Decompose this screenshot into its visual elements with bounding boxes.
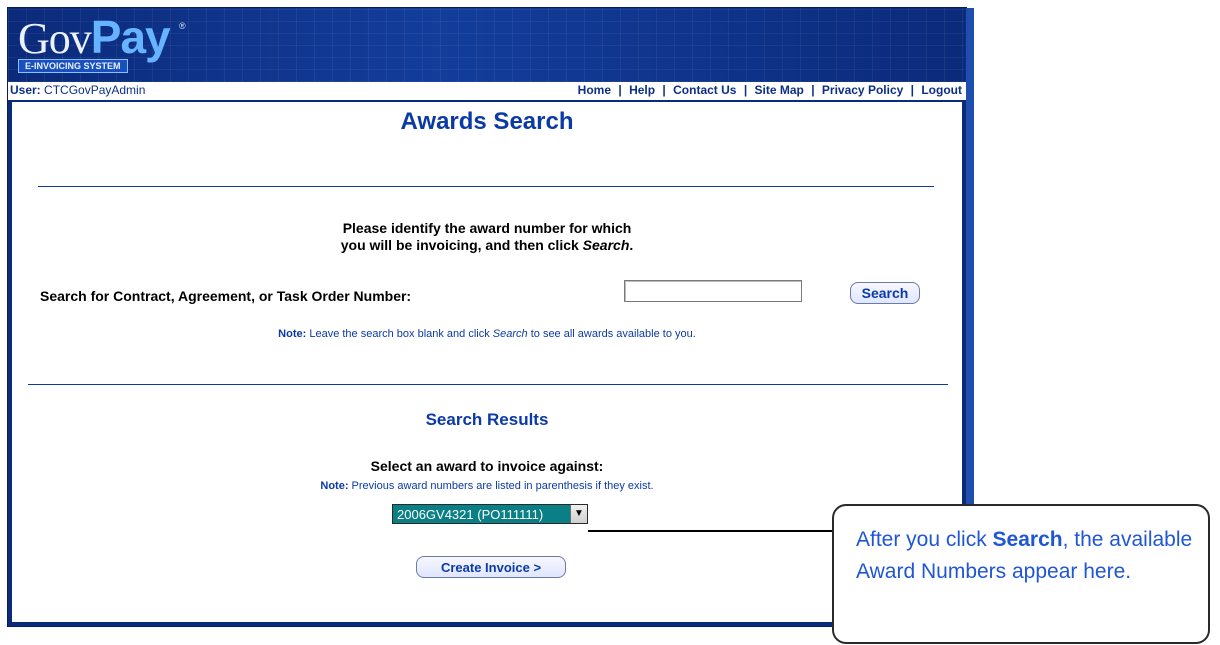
divider (38, 186, 934, 187)
nav-privacy-policy-link[interactable]: Privacy Policy (822, 83, 903, 97)
results-note-text: Previous award numbers are listed in par… (348, 480, 654, 492)
note-search-word: Search (492, 328, 528, 340)
callout-text: After you click Search, the available Aw… (856, 524, 1196, 588)
nav-separator: | (662, 83, 666, 97)
annotation-callout: After you click Search, the available Aw… (832, 504, 1210, 644)
govpay-logo: GovPay ® E-INVOICING SYSTEM (18, 14, 198, 74)
instructions-line-1: Please identify the award number for whi… (342, 220, 632, 236)
top-nav: Home | Help | Contact Us | Site Map | Pr… (578, 83, 962, 97)
nav-separator: | (811, 83, 815, 97)
content-area: Awards Search Please identify the award … (12, 102, 962, 622)
instructions-search-word: Search (582, 237, 630, 253)
nav-home-link[interactable]: Home (578, 83, 611, 97)
award-select-value: 2006GV4321 (PO111111) (397, 507, 544, 522)
logo-gov: Gov (18, 14, 92, 63)
page-title: Awards Search (400, 108, 574, 135)
search-instructions: Please identify the award number for whi… (12, 220, 962, 254)
search-results-title: Search Results (425, 410, 549, 429)
nav-site-map-link[interactable]: Site Map (755, 83, 804, 97)
callout-text-bold: Search (992, 528, 1063, 551)
note-label: Note: (278, 328, 307, 340)
callout-connector-line (588, 530, 834, 532)
search-button[interactable]: Search (850, 282, 920, 304)
logo-pay: Pay (90, 11, 171, 63)
award-select-dropdown[interactable]: 2006GV4321 (PO111111) ▼ (392, 504, 588, 524)
instructions-line-2-pre: you will be invoicing, and then click (340, 237, 583, 253)
user-prefix: User: (10, 83, 41, 97)
instructions-line-2: you will be invoicing, and then click Se… (12, 237, 962, 254)
app-header: GovPay ® E-INVOICING SYSTEM (8, 8, 966, 82)
nav-separator: | (618, 83, 622, 97)
nav-strip: User: CTCGovPayAdmin Home | Help | Conta… (8, 82, 966, 102)
instructions-line-2-post: . (629, 237, 634, 253)
chevron-down-icon[interactable]: ▼ (570, 505, 587, 523)
nav-contact-us-link[interactable]: Contact Us (673, 83, 736, 97)
search-note: Note: Leave the search box blank and cli… (12, 328, 962, 340)
logo-tagline: E-INVOICING SYSTEM (18, 59, 128, 73)
user-name: CTCGovPayAdmin (44, 83, 146, 97)
logo-wordmark: GovPay (18, 14, 171, 61)
browser-window: GovPay ® E-INVOICING SYSTEM User: CTCGov… (8, 8, 974, 626)
note-label: Note: (320, 480, 349, 492)
note-text-post: to see all awards available to you. (527, 328, 696, 340)
divider (28, 384, 948, 385)
results-note: Note: Previous award numbers are listed … (12, 480, 962, 492)
callout-text-pre: After you click (856, 528, 993, 551)
user-label: User: CTCGovPayAdmin (10, 83, 145, 97)
nav-separator: | (910, 83, 914, 97)
nav-help-link[interactable]: Help (629, 83, 655, 97)
award-search-input[interactable] (624, 280, 802, 302)
select-award-label: Select an award to invoice against: (370, 458, 604, 474)
search-label: Search for Contract, Agreement, or Task … (40, 288, 412, 304)
note-text-pre: Leave the search box blank and click (306, 328, 493, 340)
logo-trademark: ® (179, 21, 186, 31)
nav-logout-link[interactable]: Logout (921, 83, 962, 97)
nav-separator: | (743, 83, 748, 97)
create-invoice-button[interactable]: Create Invoice > (416, 556, 566, 578)
